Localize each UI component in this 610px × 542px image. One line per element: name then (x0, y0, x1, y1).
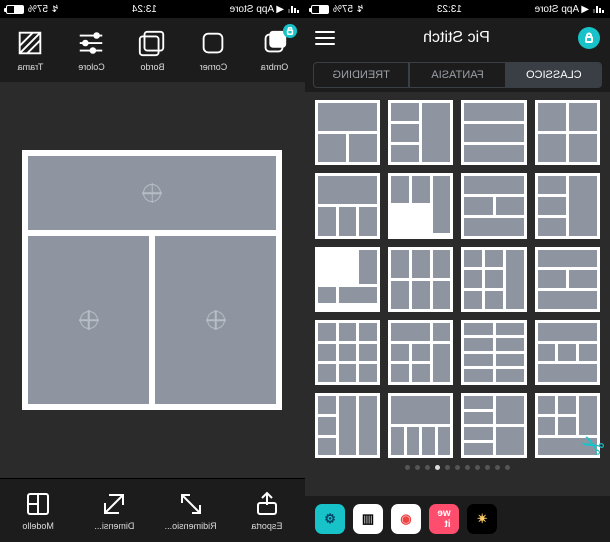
tool-corner[interactable]: Corner (183, 18, 244, 82)
template-item[interactable] (462, 247, 527, 312)
status-bar: ◀ App Store 13:24 ↯ 57% (0, 0, 305, 18)
add-photo-icon (207, 311, 225, 329)
battery-percent: ↯ 57% (28, 4, 59, 15)
template-item[interactable]: ✂ (535, 393, 600, 458)
lock-icon (283, 24, 297, 38)
tool-ombra[interactable]: Ombra (244, 18, 305, 82)
tab-trending[interactable]: TRENDING (313, 62, 409, 88)
app-barcode[interactable]: ▥ (353, 504, 383, 534)
template-item[interactable] (388, 320, 453, 385)
template-item[interactable] (315, 173, 380, 238)
page-indicator (315, 458, 600, 476)
style-toolbar: Ombra Corner Bordo Colore Trama (0, 18, 305, 82)
app-gift[interactable]: ⚙ (315, 504, 345, 534)
battery-icon (6, 5, 24, 14)
battery-percent: ↯ 57% (333, 4, 364, 15)
promo-app-row: ✴ weit ◉ ▥ ⚙ (305, 496, 610, 542)
tool-colore[interactable]: Colore (61, 18, 122, 82)
back-to-appstore[interactable]: ◀ App Store (535, 4, 589, 15)
app-camera[interactable]: ◉ (391, 504, 421, 534)
clock: 13:23 (437, 4, 462, 15)
template-item[interactable] (388, 173, 453, 238)
back-to-appstore[interactable]: ◀ App Store (230, 4, 284, 15)
battery-icon (311, 5, 329, 14)
tool-label: Esporta (251, 521, 282, 531)
tool-label: Ombra (261, 62, 289, 72)
template-item[interactable] (535, 320, 600, 385)
template-item[interactable] (462, 173, 527, 238)
collage-layout (23, 150, 283, 410)
canvas (0, 82, 305, 478)
tool-modello[interactable]: Modello (0, 479, 76, 542)
menu-icon[interactable] (315, 31, 335, 45)
template-item[interactable] (535, 173, 600, 238)
tool-trama[interactable]: Trama (0, 18, 61, 82)
template-grid[interactable]: ✂ (305, 92, 610, 496)
template-item[interactable] (535, 100, 600, 165)
collage-cell[interactable] (29, 236, 150, 404)
signal-icon (288, 6, 299, 13)
app-weheartit[interactable]: weit (429, 504, 459, 534)
tool-esporta[interactable]: Esporta (229, 479, 305, 542)
add-photo-icon (144, 184, 162, 202)
tab-classico[interactable]: CLASSICO (506, 62, 602, 88)
collage-cell[interactable] (156, 236, 277, 404)
signal-icon (593, 6, 604, 13)
template-item[interactable] (462, 393, 527, 458)
collage-cell[interactable] (29, 156, 277, 230)
template-item[interactable] (388, 393, 453, 458)
template-picker-screen: ◀ App Store 13:23 ↯ 57% Pic Stitch CLASS… (305, 0, 610, 542)
tool-label: Corner (200, 62, 228, 72)
template-item[interactable] (315, 320, 380, 385)
action-toolbar: Esporta Ridimensio... Dimensi... Modello (0, 478, 305, 542)
template-item[interactable] (535, 247, 600, 312)
tool-label: Modello (22, 521, 54, 531)
tool-label: Dimensi... (94, 521, 134, 531)
tool-label: Bordo (140, 62, 164, 72)
template-item[interactable] (388, 247, 453, 312)
app-header: Pic Stitch (305, 18, 610, 58)
add-photo-icon (80, 311, 98, 329)
tool-label: Trama (18, 62, 44, 72)
app-sparkle[interactable]: ✴ (467, 504, 497, 534)
app-title: Pic Stitch (423, 29, 490, 47)
tool-label: Colore (78, 62, 105, 72)
tool-label: Ridimensio... (165, 521, 217, 531)
editor-screen: ◀ App Store 13:24 ↯ 57% Ombra Corner Bor… (0, 0, 305, 542)
clock: 13:24 (132, 4, 157, 15)
template-item[interactable] (462, 320, 527, 385)
template-item[interactable] (315, 100, 380, 165)
tool-dimensioni[interactable]: Dimensi... (76, 479, 152, 542)
template-item[interactable] (388, 100, 453, 165)
tool-bordo[interactable]: Bordo (122, 18, 183, 82)
category-tabs: CLASSICO FANTASIA TRENDING (305, 58, 610, 92)
template-item[interactable] (315, 247, 380, 312)
status-bar: ◀ App Store 13:23 ↯ 57% (305, 0, 610, 18)
template-item[interactable] (315, 393, 380, 458)
template-item[interactable] (462, 100, 527, 165)
tab-fantasia[interactable]: FANTASIA (409, 62, 505, 88)
premium-lock-icon[interactable] (578, 27, 600, 49)
tool-ridimensiona[interactable]: Ridimensio... (153, 479, 229, 542)
